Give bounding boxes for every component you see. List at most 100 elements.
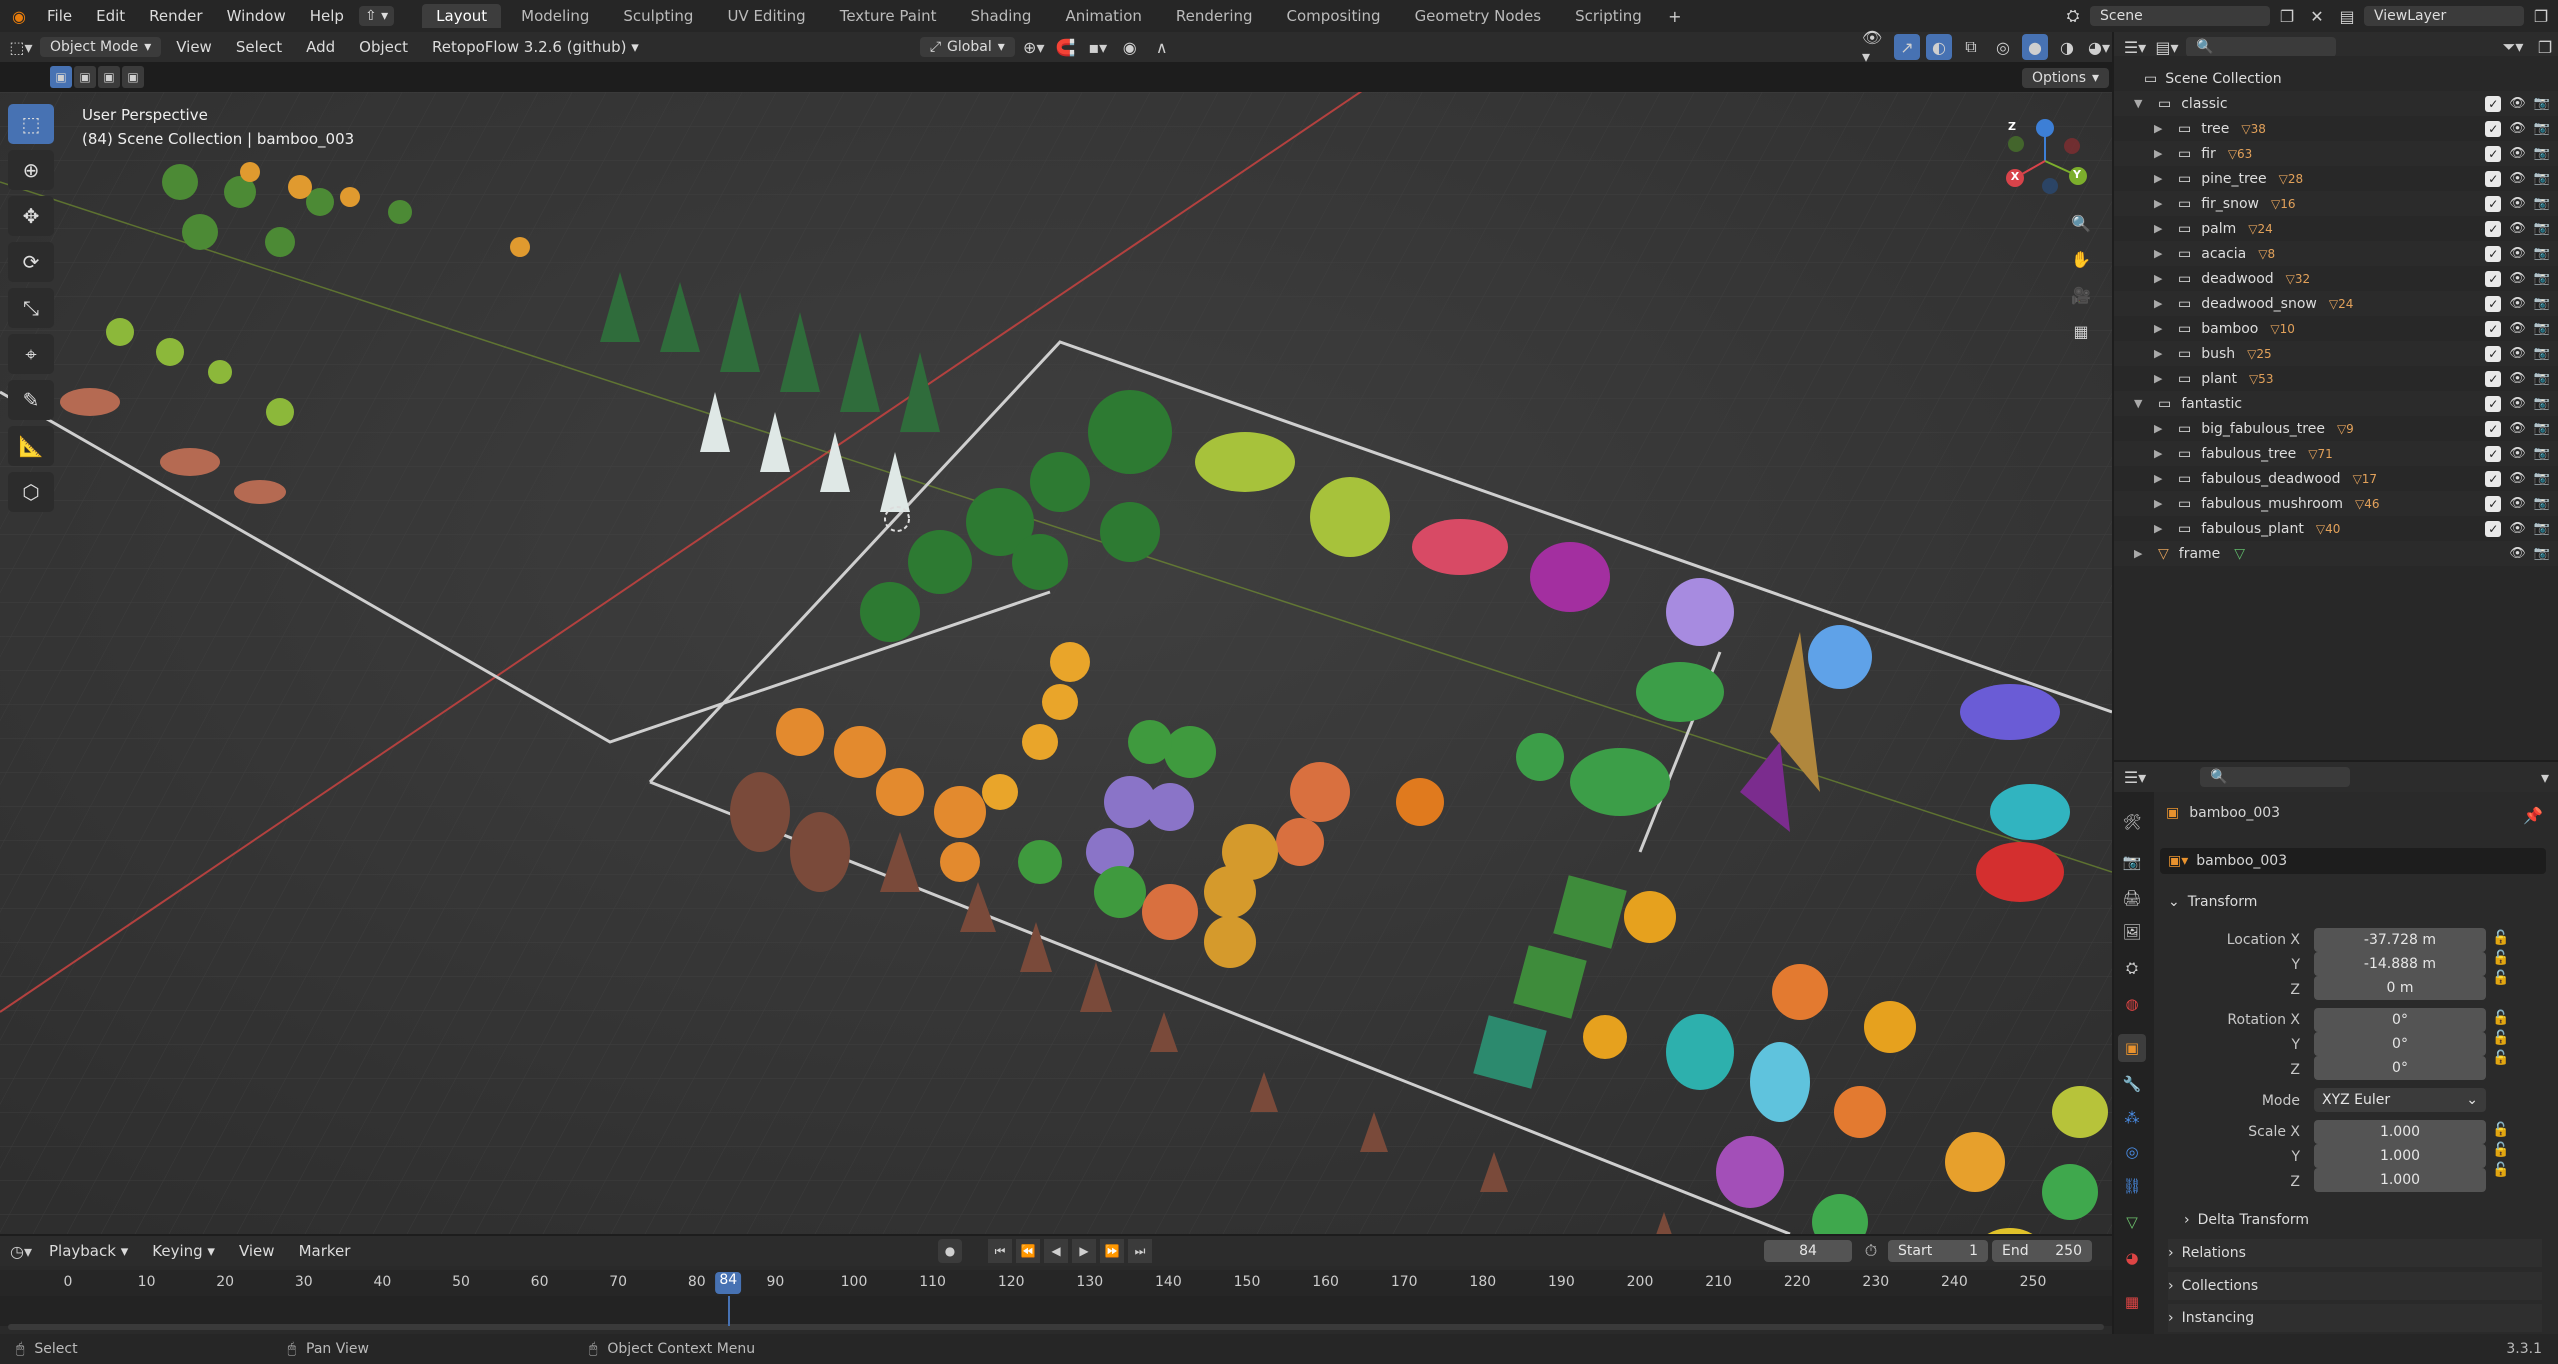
menu-view[interactable]: View (167, 36, 221, 58)
render-camera-icon[interactable]: 📷 (2534, 171, 2550, 186)
options-button[interactable]: Options ▾ (2022, 68, 2110, 88)
annotate-tool-icon[interactable]: ✎ (8, 380, 54, 420)
properties-search[interactable]: 🔍 (2200, 767, 2350, 787)
chevron-right-icon[interactable]: ▶ (2154, 522, 2172, 535)
menu-render[interactable]: Render (140, 5, 211, 27)
scale-y-field[interactable]: 1.000 (2314, 1144, 2486, 1168)
outliner-row[interactable]: ▶ ▭ fabulous_deadwood ▽17 ✓ 👁 📷 (2114, 466, 2558, 491)
exclude-checkbox[interactable]: ✓ (2485, 245, 2502, 262)
outliner-row[interactable]: ▶ ▭ big_fabulous_tree ▽9 ✓ 👁 📷 (2114, 416, 2558, 441)
tool-tab-icon[interactable]: 🛠 (2118, 808, 2146, 836)
output-tab-icon[interactable]: 🖨 (2118, 884, 2146, 912)
menu-retopoflow[interactable]: RetopoFlow 3.2.6 (github) ▾ (423, 36, 648, 58)
menu-edit[interactable]: Edit (87, 5, 134, 27)
chevron-right-icon[interactable]: ▶ (2154, 372, 2172, 385)
menu-keying[interactable]: Keying ▾ (143, 1240, 224, 1262)
lock-icon[interactable]: 🔓 (2492, 1050, 2509, 1066)
render-camera-icon[interactable]: 📷 (2534, 196, 2550, 211)
outliner-row[interactable]: ▶ ▭ tree ▽38 ✓ 👁 📷 (2114, 116, 2558, 141)
outliner-row[interactable]: ▶ ▭ acacia ▽8 ✓ 👁 📷 (2114, 241, 2558, 266)
physics-tab-icon[interactable]: ◎ (2118, 1138, 2146, 1166)
exclude-checkbox[interactable]: ✓ (2485, 170, 2502, 187)
outliner-row[interactable]: ▶ ▭ fir_snow ▽16 ✓ 👁 📷 (2114, 191, 2558, 216)
add-cube-tool-icon[interactable]: ⬡ (8, 472, 54, 512)
eye-icon[interactable]: 👁 (2509, 96, 2526, 111)
tab-animation[interactable]: Animation (1051, 4, 1155, 28)
outliner-row[interactable]: ▶ ▭ palm ▽24 ✓ 👁 📷 (2114, 216, 2558, 241)
chevron-right-icon[interactable]: ▶ (2154, 347, 2172, 360)
chevron-right-icon[interactable]: ▶ (2154, 247, 2172, 260)
world-tab-icon[interactable]: ◍ (2118, 990, 2146, 1018)
eye-icon[interactable]: 👁 (2509, 121, 2526, 136)
play-reverse-icon[interactable]: ◀ (1044, 1239, 1068, 1263)
exclude-checkbox[interactable]: ✓ (2485, 520, 2502, 537)
render-camera-icon[interactable]: 📷 (2534, 296, 2550, 311)
tab-shading[interactable]: Shading (957, 4, 1046, 28)
eye-icon[interactable]: 👁 (2509, 146, 2526, 161)
jump-end-icon[interactable]: ⏭ (1128, 1239, 1152, 1263)
properties-editor-icon[interactable]: ☰▾ (2122, 764, 2148, 790)
chevron-right-icon[interactable]: ▶ (2154, 497, 2172, 510)
prev-keyframe-icon[interactable]: ⏪ (1016, 1239, 1040, 1263)
constraints-tab-icon[interactable]: ⛓ (2118, 1172, 2146, 1200)
pin-icon[interactable]: 📌 (2520, 802, 2546, 828)
render-camera-icon[interactable]: 📷 (2534, 496, 2550, 511)
lock-icon[interactable]: 🔓 (2492, 930, 2509, 946)
eye-icon[interactable]: 👁 (2509, 321, 2526, 336)
texture-tab-icon[interactable]: ▦ (2118, 1288, 2146, 1316)
eye-icon[interactable]: 👁 (2509, 471, 2526, 486)
eye-icon[interactable]: 👁 (2509, 246, 2526, 261)
scale-z-field[interactable]: 1.000 (2314, 1168, 2486, 1192)
exclude-checkbox[interactable]: ✓ (2485, 420, 2502, 437)
upload-icon[interactable]: ⇧ ▾ (358, 6, 395, 26)
jump-start-icon[interactable]: ⏮ (988, 1239, 1012, 1263)
next-keyframe-icon[interactable]: ⏩ (1100, 1239, 1124, 1263)
scene-field[interactable]: Scene (2090, 6, 2270, 26)
view-layer-icon[interactable]: ▤ (2334, 3, 2360, 29)
wireframe-shading-icon[interactable]: ◎ (1990, 34, 2016, 60)
eye-icon[interactable]: 👁 (2509, 221, 2526, 236)
outliner-root[interactable]: ▭ Scene Collection (2114, 66, 2558, 91)
chevron-right-icon[interactable]: ▶ (2154, 472, 2172, 485)
scale-tool-icon[interactable]: ⤡ (8, 288, 54, 328)
outliner-row[interactable]: ▶ ▭ bamboo ▽10 ✓ 👁 📷 (2114, 316, 2558, 341)
eye-icon[interactable]: 👁 (2509, 546, 2526, 561)
blender-logo-icon[interactable]: ◉ (6, 3, 32, 29)
measure-tool-icon[interactable]: 📐 (8, 426, 54, 466)
3d-viewport[interactable]: User Perspective (84) Scene Collection |… (0, 92, 2112, 1234)
lock-icon[interactable]: 🔓 (2492, 970, 2509, 986)
relations-section[interactable]: › Relations (2168, 1239, 2542, 1267)
lock-icon[interactable]: 🔓 (2492, 1142, 2509, 1158)
eye-icon[interactable]: 👁 (2509, 346, 2526, 361)
material-tab-icon[interactable]: ◕ (2118, 1244, 2146, 1272)
delete-scene-icon[interactable]: ✕ (2304, 3, 2330, 29)
lock-icon[interactable]: 🔓 (2492, 1122, 2509, 1138)
overlay-icon[interactable]: ◐ (1926, 34, 1952, 60)
object-tab-icon[interactable]: ▣ (2118, 1034, 2146, 1062)
exclude-checkbox[interactable]: ✓ (2485, 495, 2502, 512)
menu-object[interactable]: Object (350, 36, 417, 58)
timeline-scrollbar[interactable] (8, 1324, 2104, 1330)
rotate-tool-icon[interactable]: ⟳ (8, 242, 54, 282)
play-icon[interactable]: ▶ (1072, 1239, 1096, 1263)
render-camera-icon[interactable]: 📷 (2534, 271, 2550, 286)
exclude-checkbox[interactable]: ✓ (2485, 470, 2502, 487)
move-tool-icon[interactable]: ✥ (8, 196, 54, 236)
modifier-tab-icon[interactable]: 🔧 (2118, 1070, 2146, 1098)
chevron-right-icon[interactable]: ▶ (2154, 122, 2172, 135)
select-extend-icon[interactable]: ▣ (74, 66, 96, 88)
exclude-checkbox[interactable]: ✓ (2485, 120, 2502, 137)
tab-modeling[interactable]: Modeling (507, 4, 603, 28)
outliner-row[interactable]: ▶ ▭ bush ▽25 ✓ 👁 📷 (2114, 341, 2558, 366)
end-frame-field[interactable]: End 250 (1992, 1240, 2092, 1262)
transform-section-header[interactable]: ⌄ Transform (2168, 888, 2542, 916)
tab-compositing[interactable]: Compositing (1273, 4, 1395, 28)
eye-icon[interactable]: 👁 (2509, 371, 2526, 386)
menu-help[interactable]: Help (301, 5, 353, 27)
select-invert-icon[interactable]: ▣ (122, 66, 144, 88)
eye-icon[interactable]: 👁 (2509, 421, 2526, 436)
tab-layout[interactable]: Layout (422, 4, 502, 28)
properties-options-icon[interactable]: ▾ (2532, 764, 2558, 790)
location-z-field[interactable]: 0 m (2314, 976, 2486, 1000)
proportional-edit-icon[interactable]: ◉ (1117, 34, 1143, 60)
